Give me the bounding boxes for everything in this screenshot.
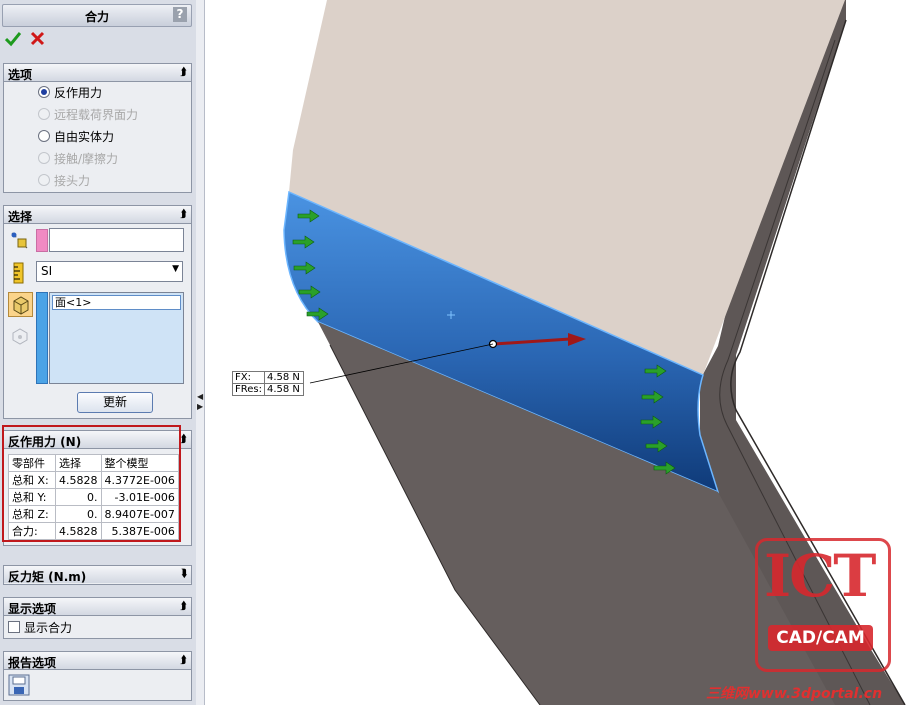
radio-label: 自由实体力	[54, 130, 115, 144]
collapse-chevron-icon[interactable]: ⮭	[180, 432, 187, 446]
radio-connector-force: 接头力	[38, 173, 90, 189]
collapse-chevron-icon[interactable]: ⮭	[180, 653, 187, 667]
reaction-moment-group-header[interactable]: 反力矩 (N.m) ⮯	[4, 566, 191, 584]
collapse-chevron-icon[interactable]: ⮭	[180, 207, 187, 221]
save-report-icon[interactable]	[8, 674, 30, 696]
selection-group: 选择 ⮭ SI ▼ 面<1> 更新	[3, 205, 192, 419]
radio-label: 远程载荷界面力	[54, 108, 139, 122]
reaction-moment-group-title: 反力矩 (N.m)	[8, 570, 87, 584]
checkmark-icon	[4, 32, 22, 47]
reaction-moment-group: 反力矩 (N.m) ⮯	[3, 565, 192, 585]
expand-chevron-icon[interactable]: ⮯	[180, 567, 187, 581]
site-watermark: 三维网www.3dportal.cn	[706, 686, 883, 702]
logo-text: ICT	[764, 542, 876, 610]
radio-disabled-icon	[38, 174, 50, 186]
logo-subtext: CAD/CAM	[768, 625, 873, 651]
options-group-title: 选项	[8, 68, 33, 82]
radio-selected-icon	[38, 86, 50, 98]
report-options-group-title: 报告选项	[8, 656, 57, 670]
selection-color-swatch	[36, 229, 48, 252]
ict-logo: ICT CAD/CAM	[755, 538, 891, 672]
callout-label: FX:	[232, 371, 265, 384]
face-filter-button[interactable]	[8, 292, 33, 317]
radio-contact-friction-force: 接触/摩擦力	[38, 151, 118, 167]
cancel-button[interactable]	[30, 31, 46, 51]
expand-right-icon[interactable]: ▶	[197, 402, 203, 411]
callout-row: FRes: 4.58 N	[232, 383, 304, 396]
callout-label: FRes:	[232, 383, 265, 396]
selection-group-title: 选择	[8, 210, 33, 224]
show-resultant-checkbox[interactable]: 显示合力	[8, 621, 72, 635]
radio-free-body-force[interactable]: 自由实体力	[38, 129, 114, 145]
callout-value: 4.58 N	[263, 383, 304, 396]
panel-title-bar: 合力 ?	[2, 4, 192, 27]
radio-label: 反作用力	[54, 86, 103, 100]
radio-label: 接触/摩擦力	[54, 152, 119, 166]
selection-group-header[interactable]: 选择 ⮭	[4, 206, 191, 224]
help-icon[interactable]: ?	[173, 7, 187, 22]
collapse-left-icon[interactable]: ◀	[197, 392, 203, 401]
radio-disabled-icon	[38, 152, 50, 164]
display-options-group: 显示选项 ⮭ 显示合力	[3, 597, 192, 639]
units-select[interactable]: SI ▼	[36, 261, 183, 282]
update-button[interactable]: 更新	[77, 392, 153, 413]
display-options-group-header[interactable]: 显示选项 ⮭	[4, 598, 191, 616]
options-group-header[interactable]: 选项 ⮭	[4, 64, 191, 82]
selection-entity-box[interactable]	[49, 228, 184, 252]
panel-splitter[interactable]: ◀ ▶	[196, 0, 205, 705]
radio-disabled-icon	[38, 108, 50, 120]
units-select-value: SI	[41, 264, 53, 278]
face-icon	[13, 296, 29, 315]
radio-remote-load-interface-force: 远程载荷界面力	[38, 107, 138, 123]
radio-label: 接头力	[54, 174, 91, 188]
x-icon	[30, 31, 45, 46]
selection-color-bar	[36, 292, 48, 384]
radio-icon	[38, 130, 50, 142]
collapse-chevron-icon[interactable]: ⮭	[180, 599, 187, 613]
report-options-group-header[interactable]: 报告选项 ⮭	[4, 652, 191, 670]
options-group: 选项 ⮭ 反作用力 远程载荷界面力 自由实体力 接触/摩擦力 接头力	[3, 63, 192, 193]
report-options-group: 报告选项 ⮭	[3, 651, 192, 701]
display-options-group-title: 显示选项	[8, 602, 57, 616]
callout-row: FX: 4.58 N	[232, 371, 304, 384]
vertex-filter-icon[interactable]	[10, 326, 30, 346]
units-ruler-icon	[13, 262, 24, 284]
chevron-down-icon: ▼	[172, 264, 179, 274]
panel-title: 合力	[84, 10, 109, 24]
ok-button[interactable]	[4, 31, 22, 51]
highlight-frame	[2, 425, 181, 542]
collapse-chevron-icon[interactable]: ⮭	[180, 65, 187, 79]
list-item[interactable]: 面<1>	[52, 295, 181, 310]
property-manager-panel: 合力 ? 选项 ⮭ 反作用力 远程载荷界面力 自由实体力 接触/摩擦力 接头力 …	[0, 0, 197, 705]
select-vertex-icon	[11, 232, 28, 249]
callout-value: 4.58 N	[263, 371, 304, 384]
checkbox-icon	[8, 621, 20, 633]
force-callout: FX: 4.58 N FRes: 4.58 N	[232, 371, 304, 396]
checkbox-label: 显示合力	[24, 621, 73, 635]
radio-reaction-force[interactable]: 反作用力	[38, 85, 102, 101]
selected-faces-list[interactable]: 面<1>	[49, 292, 184, 384]
